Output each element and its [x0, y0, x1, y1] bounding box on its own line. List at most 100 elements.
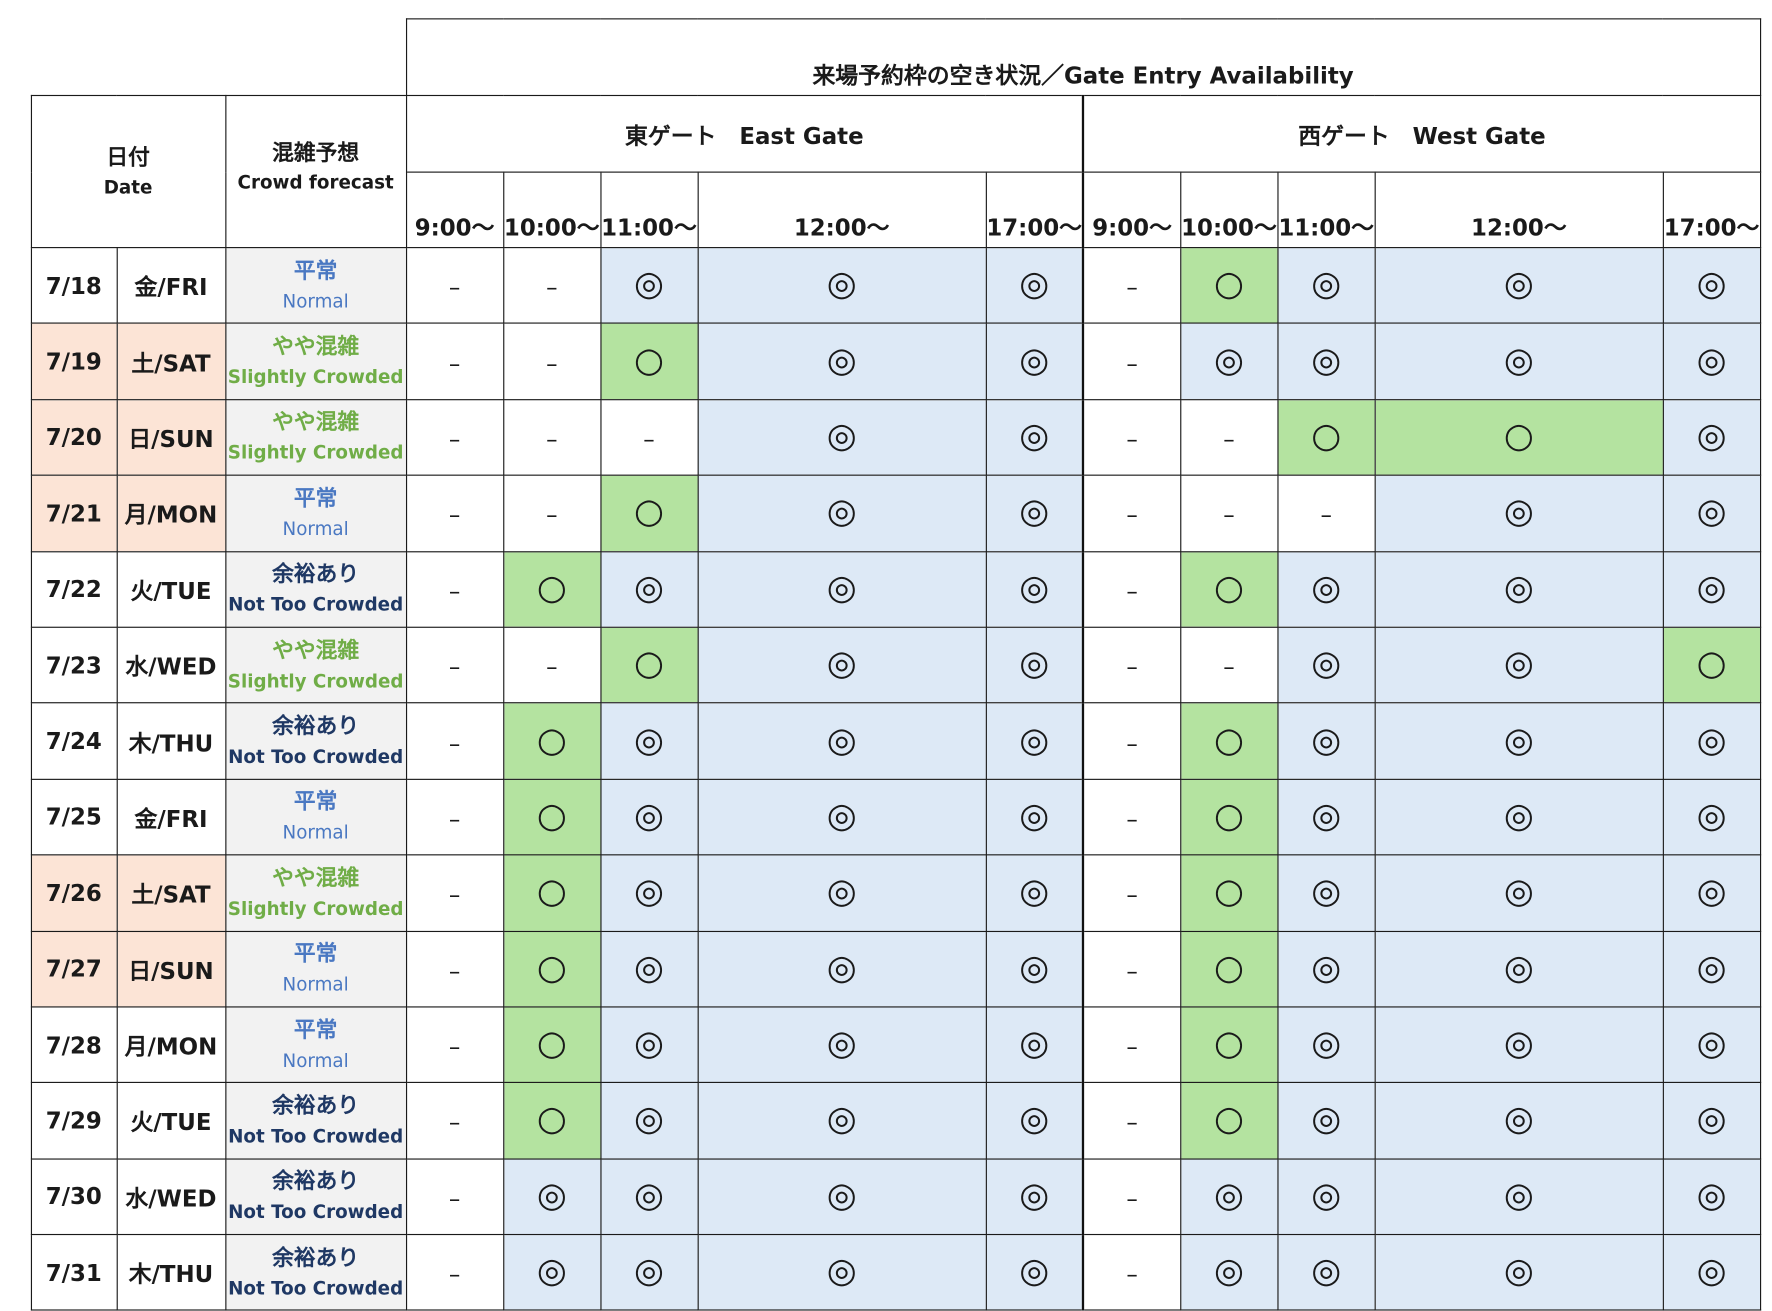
- available-mark: ◎: [1503, 492, 1534, 533]
- none-mark: –: [1126, 805, 1138, 833]
- table-row: 7/30 水/WED 余裕あり Not Too Crowded – ◎ ◎ ◎ ◎ – ◎ ◎ ◎ ◎: [0, 1158, 1761, 1236]
- available-mark: ◎: [1503, 1251, 1534, 1292]
- none-mark: –: [1126, 653, 1138, 681]
- forecast-label-en: Normal: [282, 517, 349, 540]
- west-slot-9-none: –: [1082, 247, 1181, 325]
- limited-mark: ○: [536, 795, 567, 836]
- forecast-cell: 平常 Normal: [224, 1006, 407, 1084]
- limited-mark: ○: [634, 340, 664, 381]
- forecast-label-jp: やや混雑: [272, 334, 360, 360]
- west-slot-12-available: ◎: [1374, 322, 1664, 401]
- none-mark: –: [1126, 1032, 1138, 1061]
- date-header: 日付 Date: [30, 94, 226, 249]
- available-mark: ◎: [1019, 492, 1050, 533]
- limited-mark: ○: [1214, 795, 1244, 836]
- west-slot-11-available: ◎: [1277, 1006, 1376, 1084]
- forecast-label-en: Normal: [282, 290, 349, 312]
- east-slot-17-available: ◎: [985, 550, 1084, 628]
- available-mark: ◎: [1311, 1251, 1342, 1292]
- none-mark: –: [546, 501, 558, 529]
- east-slot-10-limited: ○: [502, 1006, 601, 1084]
- limited-mark: ○: [1311, 416, 1342, 457]
- east-time-9: 9:00〜: [405, 171, 504, 249]
- none-mark: –: [1126, 273, 1138, 301]
- none-mark: –: [448, 1108, 461, 1137]
- west-slot-11-available: ◎: [1277, 626, 1376, 704]
- east-time-10: 10:00〜: [502, 171, 601, 249]
- none-mark: –: [1223, 653, 1235, 681]
- date-cell: 7/28: [30, 1006, 118, 1084]
- east-slot-12-available: ◎: [697, 398, 987, 476]
- west-slot-12-available: ◎: [1374, 854, 1664, 932]
- available-mark: ◎: [826, 871, 857, 912]
- west-slot-12-available: ◎: [1374, 930, 1664, 1008]
- none-mark: –: [1126, 880, 1138, 909]
- date-cell: 7/27: [30, 930, 118, 1008]
- date-cell: 7/19: [30, 322, 118, 401]
- available-mark: ◎: [634, 871, 664, 912]
- west-slot-12-available: ◎: [1374, 1006, 1664, 1084]
- limited-mark: ○: [634, 492, 664, 533]
- west-slot-11-available: ◎: [1277, 930, 1376, 1008]
- available-mark: ◎: [536, 1251, 567, 1292]
- east-slot-10-limited: ○: [502, 930, 601, 1008]
- west-slot-9-none: –: [1082, 854, 1181, 932]
- date-cell: 7/23: [30, 626, 118, 704]
- available-mark: ◎: [826, 947, 857, 988]
- west-slot-11-available: ◎: [1277, 550, 1376, 628]
- east-slot-12-available: ◎: [697, 1082, 987, 1160]
- available-mark: ◎: [826, 644, 857, 685]
- east-slot-10-available: ◎: [502, 1234, 601, 1311]
- available-mark: ◎: [826, 1023, 857, 1064]
- east-slot-9-none: –: [405, 1082, 504, 1160]
- west-slot-9-none: –: [1082, 1006, 1181, 1084]
- forecast-label-en: Normal: [282, 821, 349, 844]
- west-slot-11-available: ◎: [1277, 702, 1376, 780]
- limited-mark: ○: [536, 947, 567, 988]
- forecast-label-en: Not Too Crowded: [228, 1201, 404, 1223]
- forecast-label-jp: やや混雑: [272, 865, 360, 891]
- east-slot-11-available: ◎: [599, 550, 699, 628]
- forecast-label-jp: 平常: [293, 941, 338, 967]
- west-slot-17-available: ◎: [1662, 474, 1761, 552]
- limited-mark: ○: [1503, 416, 1534, 457]
- west-slot-10-none: –: [1179, 474, 1279, 552]
- table-row: 7/25 金/FRI 平常 Normal – ○ ◎ ◎ ◎ – ○ ◎ ◎ ◎: [0, 778, 1761, 856]
- east-slot-11-limited: ○: [599, 322, 699, 401]
- east-slot-11-available: ◎: [599, 247, 699, 325]
- available-mark: ◎: [1696, 795, 1727, 836]
- west-slot-9-none: –: [1082, 398, 1181, 476]
- available-mark: ◎: [1503, 871, 1534, 912]
- east-slot-17-available: ◎: [985, 322, 1084, 401]
- east-slot-11-none: –: [599, 398, 699, 476]
- available-mark: ◎: [1311, 340, 1342, 381]
- forecast-label-en: Normal: [282, 973, 349, 996]
- available-mark: ◎: [1696, 871, 1727, 912]
- available-mark: ◎: [826, 719, 857, 760]
- forecast-label-jp: 平常: [293, 258, 338, 284]
- available-mark: ◎: [1311, 264, 1342, 305]
- available-mark: ◎: [1503, 1175, 1534, 1216]
- available-mark: ◎: [826, 340, 857, 381]
- date-cell: 7/20: [30, 398, 118, 476]
- east-slot-12-available: ◎: [697, 1158, 987, 1236]
- forecast-header-jp: 混雑予想: [272, 140, 360, 166]
- east-slot-10-limited: ○: [502, 778, 601, 856]
- forecast-label-en: Slightly Crowded: [227, 366, 404, 388]
- limited-mark: ○: [1214, 871, 1244, 912]
- east-slot-9-none: –: [405, 778, 504, 856]
- forecast-label-jp: やや混雑: [272, 409, 360, 436]
- weekday-cell: 木/THU: [116, 1234, 226, 1311]
- weekday-cell: 土/SAT: [116, 322, 226, 401]
- table-row: 7/20 日/SUN やや混雑 Slightly Crowded – – – ◎ ◎ – – ○ ○ ◎: [0, 398, 1761, 476]
- available-mark: ◎: [1503, 1023, 1534, 1064]
- east-slot-17-available: ◎: [985, 702, 1084, 780]
- east-slot-10-none: –: [502, 247, 601, 325]
- east-slot-10-limited: ○: [502, 1082, 601, 1160]
- forecast-cell: 余裕あり Not Too Crowded: [224, 1082, 407, 1160]
- available-mark: ◎: [1311, 947, 1342, 988]
- east-slot-11-limited: ○: [599, 474, 699, 552]
- none-mark: –: [448, 425, 461, 453]
- table-row: 7/21 月/MON 平常 Normal – – ○ ◎ ◎ – – – ◎ ◎: [0, 474, 1761, 552]
- available-mark: ◎: [1696, 264, 1727, 305]
